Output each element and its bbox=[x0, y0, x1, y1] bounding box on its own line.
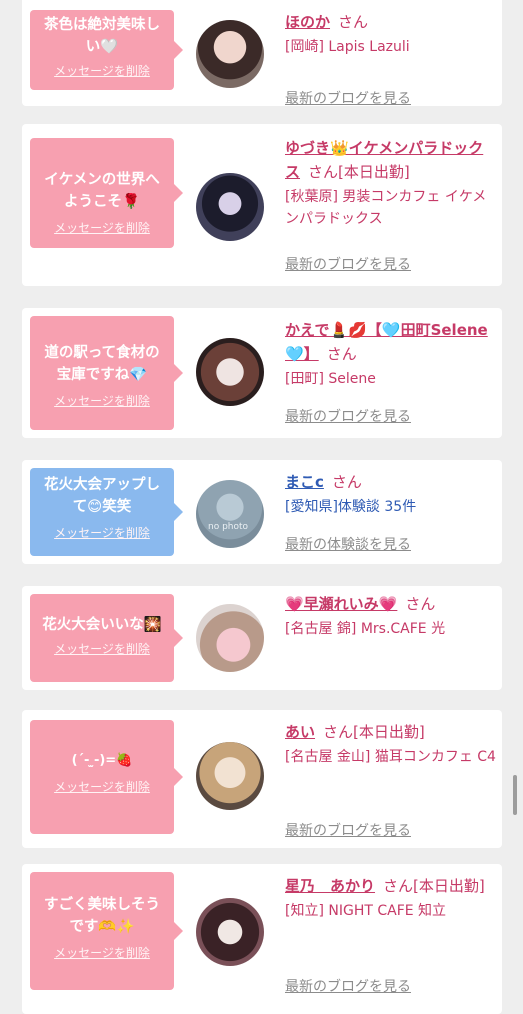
latest-blog-link[interactable]: 最新のブログを見る bbox=[285, 406, 411, 426]
message-bubble: 花火大会アップして😊笑笑 メッセージを削除 bbox=[30, 468, 183, 556]
message-bubble: 花火大会いいな🎇 メッセージを削除 bbox=[30, 594, 183, 682]
message-text: イケメンの世界へようこそ🌹 bbox=[44, 172, 160, 210]
message-card: イケメンの世界へようこそ🌹 メッセージを削除 ゆづき👑イケメンパラドックス さん[… bbox=[22, 124, 502, 286]
shop-name: [秋葉原] 男装コンカフェ イケメンパラドックス bbox=[285, 189, 487, 227]
working-today-tag: [本日出勤] bbox=[338, 163, 410, 181]
message-text: 花火大会アップして😊笑笑 bbox=[44, 477, 160, 515]
message-card: 花火大会いいな🎇 メッセージを削除 💗早瀬れいみ💗 さん [名古屋 錦] Mrs.… bbox=[22, 586, 502, 690]
avatar[interactable] bbox=[196, 604, 264, 672]
delete-message-link[interactable]: メッセージを削除 bbox=[38, 62, 166, 79]
profile-name-link[interactable]: かえで💄💋【🩵田町Selene🩵】 bbox=[285, 321, 488, 363]
san-label: さん bbox=[331, 473, 362, 491]
delete-message-link[interactable]: メッセージを削除 bbox=[38, 778, 166, 795]
message-bubble: イケメンの世界へようこそ🌹 メッセージを削除 bbox=[30, 138, 183, 248]
latest-review-link[interactable]: 最新の体験談を見る bbox=[285, 534, 411, 554]
profile-name-link[interactable]: 星乃 あかり bbox=[285, 877, 375, 895]
no-photo-label: no photo bbox=[208, 522, 249, 532]
latest-blog-link[interactable]: 最新のブログを見る bbox=[285, 88, 411, 108]
message-card: (´- ̫-)=🍓 メッセージを削除 あい さん[本日出勤] [名古屋 金山] 猫… bbox=[22, 710, 502, 848]
working-today-tag: [本日出勤] bbox=[353, 723, 425, 741]
profile-name-link[interactable]: 💗早瀬れいみ💗 bbox=[285, 595, 397, 613]
latest-blog-link[interactable]: 最新のブログを見る bbox=[285, 820, 411, 840]
message-text: 道の駅って食材の宝庫ですね💎 bbox=[44, 345, 160, 383]
message-card: 茶色は絶対美味しい🤍 メッセージを削除 ほのか さん [岡崎] Lapis Laz… bbox=[22, 0, 502, 108]
san-label: さん bbox=[338, 13, 369, 31]
delete-message-link[interactable]: メッセージを削除 bbox=[38, 219, 166, 236]
delete-message-link[interactable]: メッセージを削除 bbox=[38, 944, 166, 961]
shop-name: [田町] Selene bbox=[285, 371, 376, 387]
avatar[interactable] bbox=[196, 742, 264, 810]
avatar[interactable] bbox=[196, 338, 264, 406]
message-card: 花火大会アップして😊笑笑 メッセージを削除 no photo まこc さん [愛知… bbox=[22, 460, 502, 564]
shop-name: [知立] NIGHT CAFE 知立 bbox=[285, 903, 447, 919]
delete-message-link[interactable]: メッセージを削除 bbox=[38, 524, 166, 541]
latest-blog-link[interactable]: 最新のブログを見る bbox=[285, 254, 411, 274]
avatar[interactable] bbox=[196, 898, 264, 966]
avatar[interactable] bbox=[196, 173, 264, 241]
message-bubble: 茶色は絶対美味しい🤍 メッセージを削除 bbox=[30, 10, 183, 90]
message-card: 道の駅って食材の宝庫ですね💎 メッセージを削除 かえで💄💋【🩵田町Selene🩵… bbox=[22, 308, 502, 438]
message-card: すごく美味しそうです🫶✨ メッセージを削除 星乃 あかり さん[本日出勤] [知立… bbox=[22, 864, 502, 1014]
shop-name: [名古屋 錦] Mrs.CAFE 光 bbox=[285, 621, 446, 637]
delete-message-link[interactable]: メッセージを削除 bbox=[38, 392, 166, 409]
profile-name-link[interactable]: ほのか bbox=[285, 13, 330, 31]
latest-blog-link[interactable]: 最新のブログを見る bbox=[285, 976, 411, 996]
message-text: 茶色は絶対美味しい🤍 bbox=[44, 17, 160, 55]
san-label: さん bbox=[326, 345, 357, 363]
profile-name-link[interactable]: まこc bbox=[285, 473, 324, 491]
san-label: さん bbox=[323, 723, 354, 741]
san-label: さん bbox=[308, 163, 339, 181]
avatar-no-photo[interactable]: no photo bbox=[196, 480, 264, 548]
message-text: 花火大会いいな🎇 bbox=[42, 617, 162, 633]
message-bubble: すごく美味しそうです🫶✨ メッセージを削除 bbox=[30, 872, 183, 990]
working-today-tag: [本日出勤] bbox=[413, 877, 485, 895]
san-label: さん bbox=[383, 877, 414, 895]
shop-name: [名古屋 金山] 猫耳コンカフェ C4 bbox=[285, 749, 496, 765]
delete-message-link[interactable]: メッセージを削除 bbox=[38, 640, 166, 657]
review-count: [愛知県]体験談 35件 bbox=[285, 499, 417, 515]
shop-name: [岡崎] Lapis Lazuli bbox=[285, 39, 410, 55]
avatar[interactable] bbox=[196, 20, 264, 88]
message-bubble: (´- ̫-)=🍓 メッセージを削除 bbox=[30, 720, 183, 834]
san-label: さん bbox=[405, 595, 436, 613]
message-bubble: 道の駅って食材の宝庫ですね💎 メッセージを削除 bbox=[30, 316, 183, 430]
profile-name-link[interactable]: あい bbox=[285, 723, 315, 741]
scrollbar[interactable] bbox=[513, 775, 517, 815]
message-text: (´- ̫-)=🍓 bbox=[71, 753, 133, 768]
message-text: すごく美味しそうです🫶✨ bbox=[44, 897, 160, 935]
